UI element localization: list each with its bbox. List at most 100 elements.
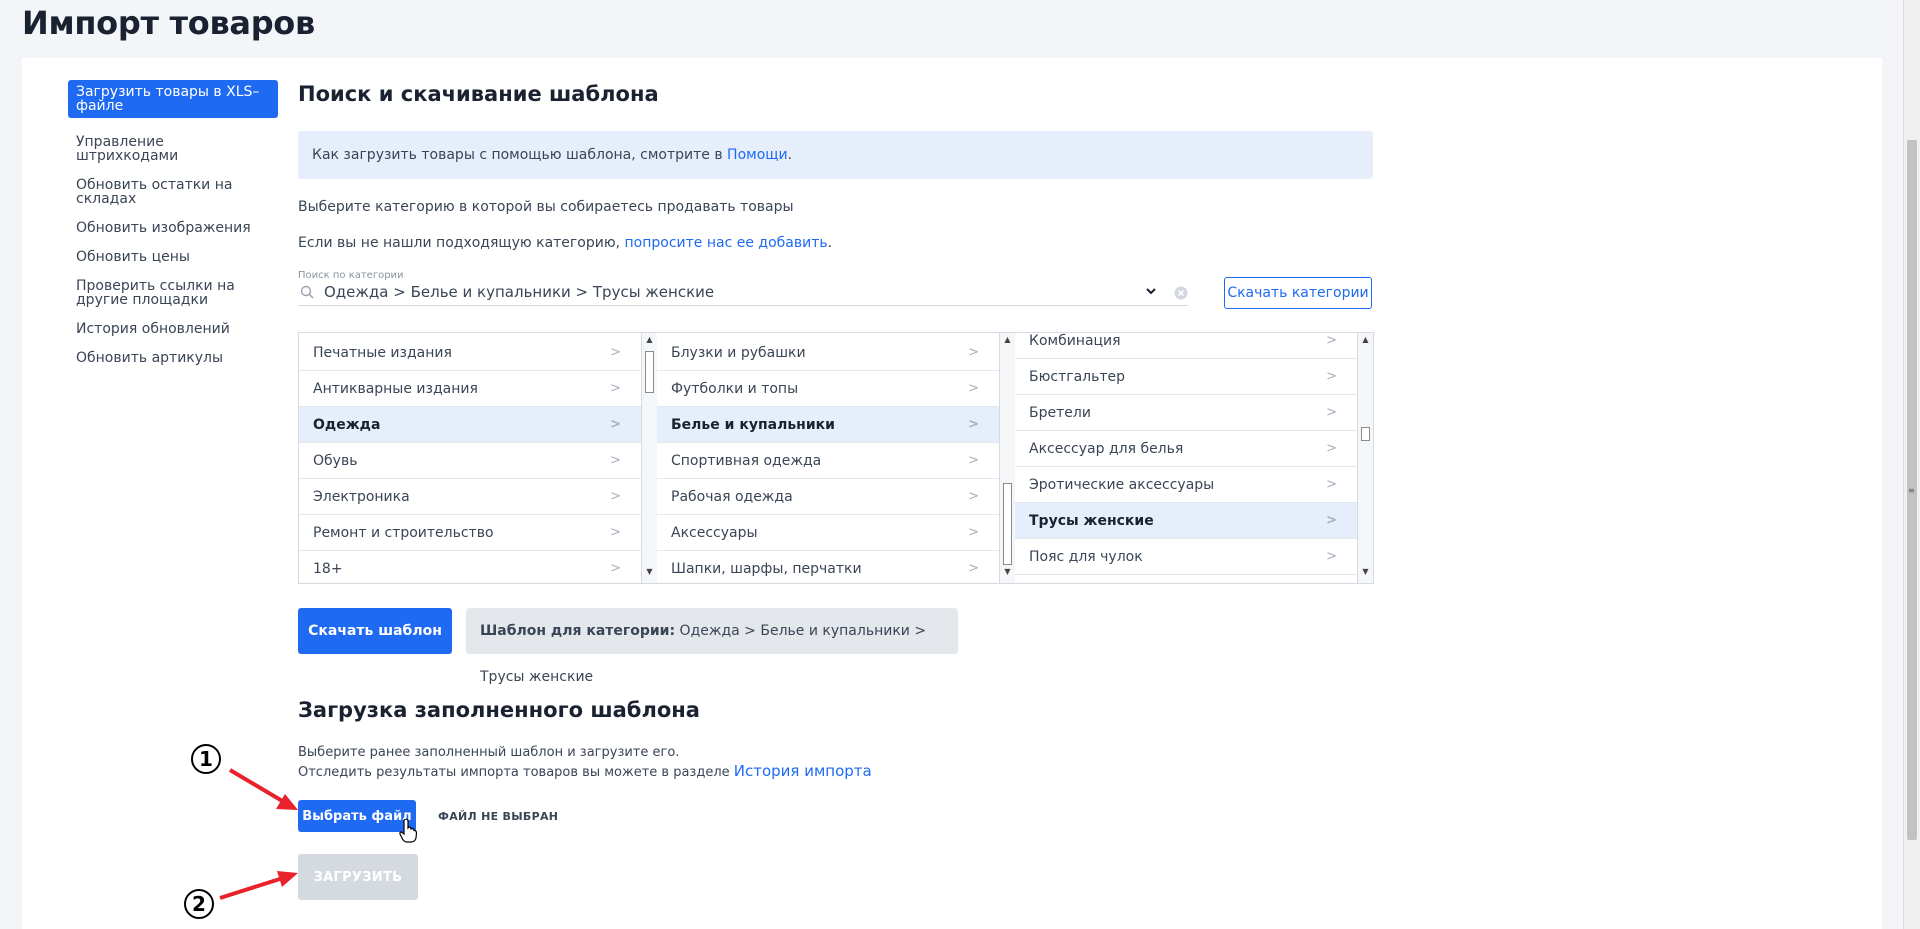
scroll-thumb[interactable] xyxy=(1003,483,1012,565)
sidebar-item-prices[interactable]: Обновить цены xyxy=(68,250,278,264)
category-item[interactable]: Пояс для чулок > xyxy=(1015,539,1357,575)
upload-line-2-wrap: Отследить результаты импорта товаров вы … xyxy=(298,762,872,780)
category-item[interactable]: Антикварные издания > xyxy=(299,371,641,407)
category-item[interactable]: Обувь > xyxy=(299,443,641,479)
sidebar-item-links[interactable]: Проверить ссылки на другие площадки xyxy=(68,279,278,307)
info-suffix: . xyxy=(787,147,793,163)
chevron-down-icon[interactable] xyxy=(1144,284,1158,298)
page-title: Импорт товаров xyxy=(22,4,315,42)
category-item-selected[interactable]: Белье и купальники > xyxy=(657,407,999,443)
column-1-scrollbar[interactable]: ▲ ▼ xyxy=(641,333,657,583)
chevron-right-icon: > xyxy=(1326,549,1337,564)
upload-line-2: Отследить результаты импорта товаров вы … xyxy=(298,765,730,780)
scroll-up-arrow[interactable]: ▲ xyxy=(1358,335,1373,349)
category-column-3: Комбинация > Бюстгальтер > Бретели > Аксесс… xyxy=(1015,333,1357,583)
category-column-2: Блузки и рубашки > Футболки и топы > Белье… xyxy=(657,333,999,583)
search-section-heading: Поиск и скачивание шаблона xyxy=(298,82,659,106)
search-input[interactable] xyxy=(324,283,1124,301)
category-label: Спортивная одежда xyxy=(671,453,822,469)
category-label: Комбинация xyxy=(1029,333,1121,349)
scroll-down-arrow[interactable]: ▼ xyxy=(1000,567,1015,581)
scroll-thumb[interactable] xyxy=(1361,427,1370,441)
chevron-right-icon: > xyxy=(1326,369,1337,384)
chevron-right-icon: > xyxy=(1326,333,1337,348)
category-item-selected[interactable]: Трусы женские > xyxy=(1015,503,1357,539)
chevron-right-icon: > xyxy=(610,417,621,432)
chevron-right-icon: > xyxy=(610,453,621,468)
category-label: Белье и купальники xyxy=(671,417,835,433)
category-label: Рабочая одежда xyxy=(671,489,793,505)
category-label: Пояс для чулок xyxy=(1029,549,1143,565)
category-item[interactable]: Шапки, шарфы, перчатки > xyxy=(657,551,999,583)
clear-icon[interactable] xyxy=(1174,286,1188,300)
sidebar-item-barcodes[interactable]: Управление штрихкодами xyxy=(68,135,278,163)
sidebar-item-stock[interactable]: Обновить остатки на складах xyxy=(68,178,278,206)
category-search: Поиск по категории xyxy=(298,270,1188,306)
main-panel: Загрузить товары в XLS–файле Управление … xyxy=(22,58,1882,929)
chevron-right-icon: > xyxy=(968,561,979,576)
category-item[interactable]: Спортивная одежда > xyxy=(657,443,999,479)
search-icon xyxy=(300,285,314,299)
no-file-status: ФАЙЛ НЕ ВЫБРАН xyxy=(438,810,559,823)
info-box: Как загрузить товары с помощью шаблона, … xyxy=(298,131,1373,179)
chevron-right-icon: > xyxy=(610,489,621,504)
download-categories-button[interactable]: Скачать категории xyxy=(1224,277,1372,309)
category-item[interactable]: Бретели > xyxy=(1015,395,1357,431)
chevron-right-icon: > xyxy=(968,489,979,504)
category-item[interactable]: Аксессуары > xyxy=(657,515,999,551)
import-history-link[interactable]: История импорта xyxy=(734,762,872,780)
category-item[interactable]: Печатные издания > xyxy=(299,335,641,371)
chevron-right-icon: > xyxy=(1326,405,1337,420)
category-item[interactable]: Аксессуар для белья > xyxy=(1015,431,1357,467)
category-label: Эротические аксессуары xyxy=(1029,477,1215,493)
scroll-up-arrow[interactable]: ▲ xyxy=(642,335,657,349)
column-2-scrollbar[interactable]: ▲ ▼ xyxy=(999,333,1015,583)
download-template-button[interactable]: Скачать шаблон xyxy=(298,608,452,654)
category-item[interactable]: Рабочая одежда > xyxy=(657,479,999,515)
category-item-selected[interactable]: Одежда > xyxy=(299,407,641,443)
search-label: Поиск по категории xyxy=(298,270,404,281)
scroll-down-arrow[interactable]: ▼ xyxy=(1358,567,1373,581)
category-label: Одежда xyxy=(313,417,381,433)
category-label: Электроника xyxy=(313,489,410,505)
category-label: Обувь xyxy=(313,453,358,469)
upload-button[interactable]: ЗАГРУЗИТЬ xyxy=(298,854,418,900)
sidebar-item-upload-xls[interactable]: Загрузить товары в XLS–файле xyxy=(68,80,278,118)
request-category-link[interactable]: попросите нас ее добавить xyxy=(625,235,828,251)
chevron-right-icon: > xyxy=(1326,513,1337,528)
category-item[interactable]: Эротические аксессуары > xyxy=(1015,467,1357,503)
chevron-right-icon: > xyxy=(610,561,621,576)
sidebar-item-images[interactable]: Обновить изображения xyxy=(68,221,278,235)
chevron-right-icon: > xyxy=(968,381,979,396)
category-item[interactable]: Бюстгальтер > xyxy=(1015,359,1357,395)
choose-category-text: Выберите категорию в которой вы собирает… xyxy=(298,199,794,215)
category-label: Трусы женские xyxy=(1029,513,1154,529)
chevron-right-icon: > xyxy=(610,381,621,396)
category-item[interactable]: Электроника > xyxy=(299,479,641,515)
column-3-scrollbar[interactable]: ▲ ▼ xyxy=(1357,333,1373,583)
scroll-down-arrow[interactable]: ▼ xyxy=(642,567,657,581)
category-item[interactable]: Комбинация > xyxy=(1015,333,1357,359)
scroll-thumb[interactable] xyxy=(645,351,654,393)
category-label: Ремонт и строительство xyxy=(313,525,494,541)
template-category-box: Шаблон для категории: Одежда > Белье и к… xyxy=(466,608,958,685)
category-label: Печатные издания xyxy=(313,345,452,361)
category-columns: Печатные издания > Антикварные издания > О… xyxy=(298,332,1374,584)
category-label: Бюстгальтер xyxy=(1029,369,1126,385)
scroll-up-arrow[interactable]: ▲ xyxy=(1000,335,1015,349)
category-item[interactable]: Футболки и топы > xyxy=(657,371,999,407)
window-scrollbar[interactable]: ≡ xyxy=(1903,0,1920,929)
scroll-grip-icon: ≡ xyxy=(1908,486,1915,495)
sidebar-item-history[interactable]: История обновлений xyxy=(68,322,278,336)
notfound-text-wrap: Если вы не нашли подходящую категорию, п… xyxy=(298,235,832,251)
category-label: Блузки и рубашки xyxy=(671,345,806,361)
step-1-marker: 1 xyxy=(191,744,221,774)
category-item[interactable]: 18+ > xyxy=(299,551,641,583)
category-item[interactable]: Ремонт и строительство > xyxy=(299,515,641,551)
sidebar: Загрузить товары в XLS–файле Управление … xyxy=(68,80,278,380)
category-item[interactable]: Блузки и рубашки > xyxy=(657,335,999,371)
category-label: Аксессуар для белья xyxy=(1029,441,1184,457)
notfound-suffix: . xyxy=(827,235,833,251)
sidebar-item-articles[interactable]: Обновить артикулы xyxy=(68,351,278,365)
help-link[interactable]: Помощи xyxy=(727,147,788,163)
